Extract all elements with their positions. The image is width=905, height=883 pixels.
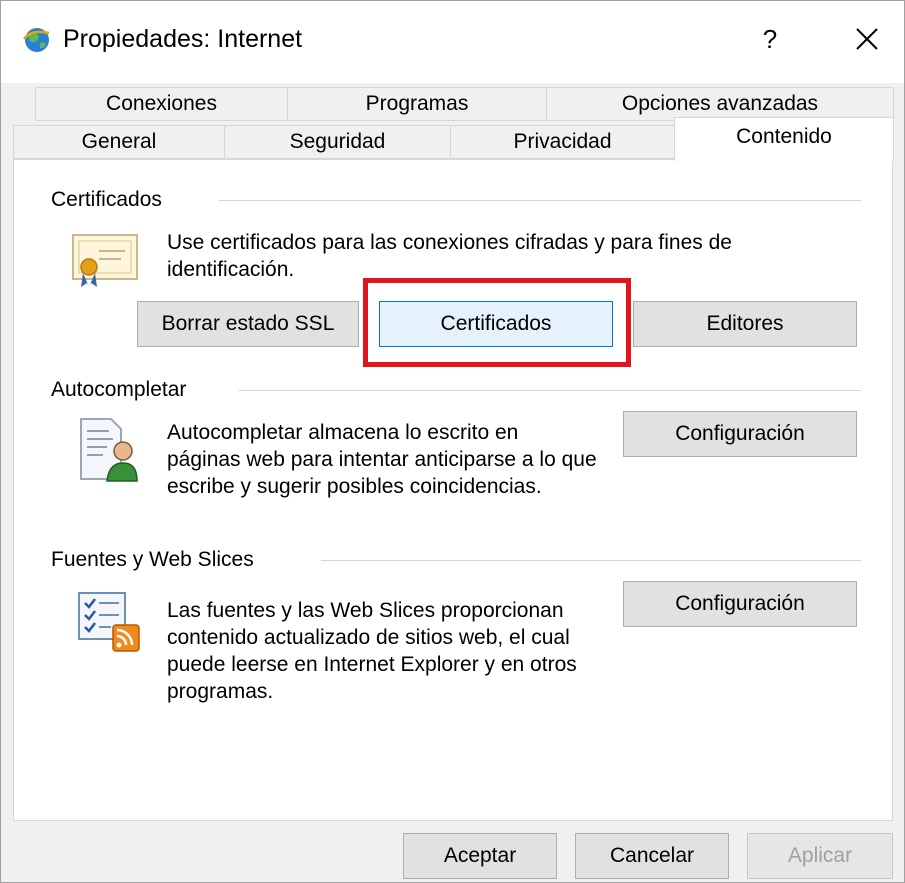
window-title: Propiedades: Internet [63,25,303,53]
certificados-group-title: Certificados [51,188,168,212]
autocompletar-configuracion-button[interactable]: Configuración [623,411,857,457]
fuentes-description: Las fuentes y las Web Slices proporciona… [167,599,577,703]
close-button[interactable] [839,15,895,63]
aceptar-button[interactable]: Aceptar [403,833,557,879]
aplicar-button: Aplicar [747,833,893,879]
borrar-ssl-button[interactable]: Borrar estado SSL [137,301,359,347]
fuentes-divider [321,560,861,561]
tab-opciones-avanzadas[interactable]: Opciones avanzadas [546,87,894,121]
certificados-description: Use certificados para las conexiones cif… [167,231,732,281]
fuentes-configuracion-button[interactable]: Configuración [623,581,857,627]
tab-seguridad[interactable]: Seguridad [224,125,451,159]
close-icon [856,28,878,50]
highlight-annotation [363,278,631,367]
help-button[interactable]: ? [746,15,794,63]
title-bar: Propiedades: Internet ? [1,1,904,83]
fuentes-group-title: Fuentes y Web Slices [51,548,260,572]
internet-properties-dialog: Propiedades: Internet ? Conexiones Progr… [0,0,905,883]
autocompletar-divider [239,390,861,391]
tab-conexiones[interactable]: Conexiones [35,87,288,121]
tab-programas[interactable]: Programas [287,87,547,121]
tab-privacidad[interactable]: Privacidad [450,125,675,159]
autocompletar-description: Autocompletar almacena lo escrito en pág… [167,421,597,498]
certificate-icon [72,234,138,287]
autocompletar-group-title: Autocompletar [51,378,193,402]
feeds-icon [78,592,140,652]
tab-contenido[interactable]: Contenido [674,117,894,161]
internet-globe-icon [22,28,50,52]
tab-general[interactable]: General [13,125,225,159]
cancelar-button[interactable]: Cancelar [575,833,729,879]
autocomplete-document-icon [80,418,138,482]
certificados-divider [219,200,861,201]
editores-button[interactable]: Editores [633,301,857,347]
